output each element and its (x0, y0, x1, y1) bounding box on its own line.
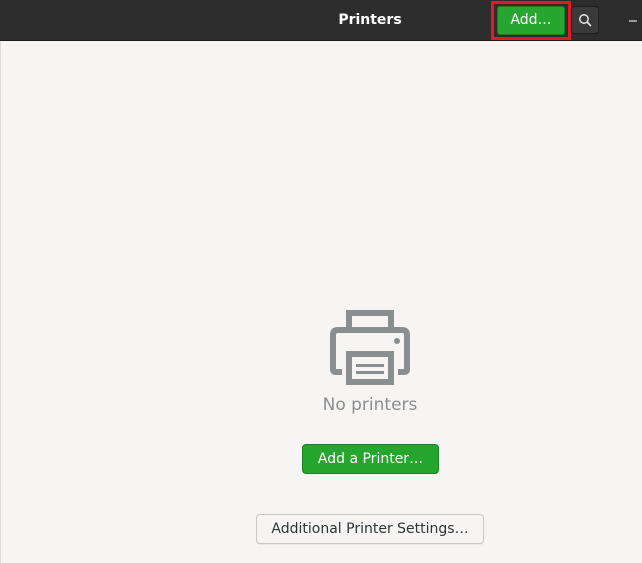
no-printers-label: No printers (322, 395, 418, 415)
add-button-highlight: Add… (491, 1, 571, 40)
minimize-button[interactable] (626, 12, 640, 28)
search-icon (579, 14, 592, 27)
headerbar: Printers Add… (0, 0, 642, 41)
window-title: Printers (338, 12, 402, 28)
printer-icon (330, 310, 410, 385)
search-button[interactable] (571, 6, 599, 34)
add-a-printer-button[interactable]: Add a Printer… (302, 444, 439, 474)
additional-printer-settings-button[interactable]: Additional Printer Settings… (256, 514, 484, 544)
minimize-icon (629, 20, 637, 22)
printers-content (0, 41, 642, 563)
printers-window: Printers Add… No printers Add a Printer…… (0, 0, 642, 563)
add-button[interactable]: Add… (497, 6, 565, 35)
